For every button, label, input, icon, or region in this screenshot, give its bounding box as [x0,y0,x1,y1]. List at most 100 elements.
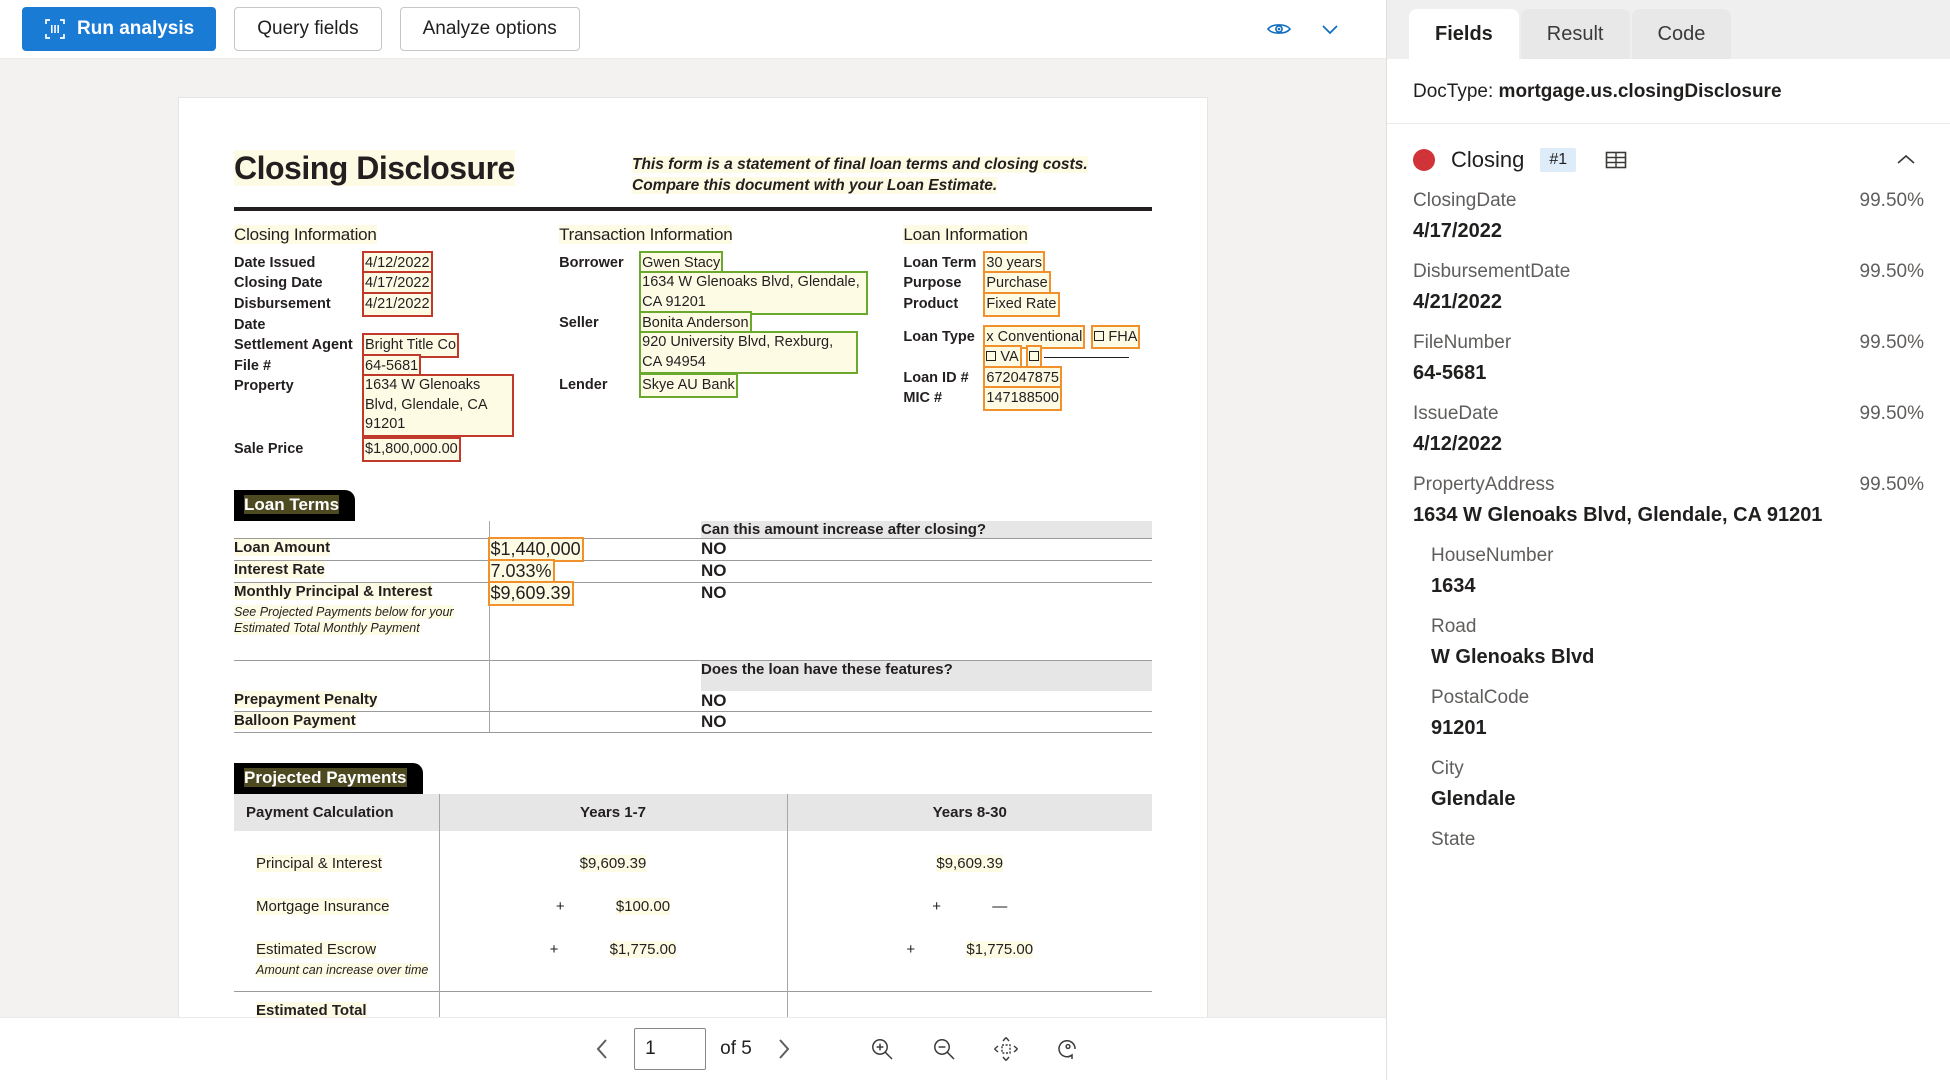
eye-icon[interactable] [1262,12,1296,46]
projected-payments-header-row: Payment Calculation Years 1-7 Years 8-30 [234,793,1152,831]
field-closingdate[interactable]: ClosingDate 99.50% 4/17/2022 [1387,188,1950,243]
zoom-out-icon[interactable] [926,1031,962,1067]
table-row: Estimated Escrow Amount can increase ove… [234,927,1152,992]
checkbox-fha[interactable]: FHA [1091,324,1141,350]
plus-sign: + [555,897,565,915]
loan-id-value: 672047875 [983,365,1062,391]
doctype-label: DocType: [1413,81,1494,102]
field-value: 4/21/2022 [1413,291,1502,313]
estimated-escrow-sub: Amount can increase over time [256,962,429,977]
closing-date-value: 4/17/2022 [362,271,433,296]
closing-row-sale-price: Sale Price $1,800,000.00 [234,437,559,462]
row-label: Purpose [903,275,962,292]
doctype-value: mortgage.us.closingDisclosure [1498,81,1782,102]
mortgage-insurance-y1: $100.00 [615,897,671,915]
table-row: Prepayment Penalty NO [234,690,1152,712]
transaction-information-heading: Transaction Information [559,224,733,244]
field-label: PropertyAddress [1413,474,1555,495]
loan-row-term: Loan Term 30 years [903,250,1152,276]
page-canvas[interactable]: Closing Disclosure This form is a statem… [0,59,1386,1017]
previous-page-button[interactable] [586,1032,620,1066]
row-label: Loan Term [903,254,977,271]
information-columns: Closing Information Date Issued 4/12/202… [234,223,1152,462]
field-disbursementdate[interactable]: DisbursementDate 99.50% 4/21/2022 [1387,259,1950,314]
row-label: Sale Price [234,441,304,458]
table-icon[interactable] [1604,148,1628,172]
years-1-7-header: Years 1-7 [438,793,787,831]
loan-product-value: Fixed Rate [983,292,1060,317]
zoom-in-icon[interactable] [864,1031,900,1067]
status-dot-icon [1413,149,1435,171]
field-road[interactable]: Road W Glenoaks Blvd [1387,614,1950,669]
empty-cell [234,661,489,691]
date-issued-value: 4/12/2022 [362,250,433,276]
fields-panel: Fields Result Code DocType: mortgage.us.… [1386,0,1950,1080]
features-header: Does the loan have these features? [701,660,1152,691]
field-value: Glendale [1431,788,1516,810]
tab-result[interactable]: Result [1520,9,1630,59]
rotate-icon[interactable] [1050,1031,1086,1067]
plus-sign: + [932,897,942,915]
checkbox-square-icon [986,351,997,362]
checkbox-other[interactable] [1025,345,1042,370]
checkbox-square-icon [1094,330,1105,341]
chevron-up-icon[interactable] [1892,146,1924,174]
mic-value: 147188500 [983,386,1062,411]
analyze-options-button[interactable]: Analyze options [399,7,580,51]
field-housenumber[interactable]: HouseNumber 1634 [1387,543,1950,598]
checkbox-label: FHA [1108,328,1138,345]
transaction-row-lender: Lender Skye AU Bank [559,373,903,398]
closing-row-property: Property 1634 W Glenoaks Blvd, Glendale,… [234,374,559,438]
zoom-tools [864,1031,1086,1067]
checkbox-conventional[interactable]: x Conventional [983,324,1086,350]
loan-information-column: Loan Information Loan Term 30 years Purp… [903,223,1152,460]
viewer-bottom-bar: of 5 [0,1017,1386,1080]
row-label: Seller [559,314,599,331]
row-label: Disbursement Date [234,296,331,333]
fields-list[interactable]: Closing #1 ClosingDate 99.50% 4/17/2022 … [1387,124,1950,1080]
transaction-row-seller: Seller Bonita Anderson [559,310,903,336]
next-page-button[interactable] [766,1032,800,1066]
tab-fields[interactable]: Fields [1409,9,1519,59]
field-group-name: Closing [1451,147,1525,172]
table-row: Monthly Principal & Interest See Project… [234,580,1152,661]
scan-icon [44,18,66,40]
page-count-label: of 5 [720,1038,752,1059]
loan-term-value: 30 years [983,250,1045,276]
estimated-escrow-label: Estimated Escrow [256,940,377,958]
loan-amount-answer: NO [701,538,727,558]
document-page: Closing Disclosure This form is a statem… [179,98,1207,1017]
field-state[interactable]: State [1387,827,1950,851]
field-postalcode[interactable]: PostalCode 91201 [1387,685,1950,740]
field-issuedate[interactable]: IssueDate 99.50% 4/12/2022 [1387,401,1950,456]
page-number-input[interactable] [634,1028,707,1070]
doctype-row: DocType: mortgage.us.closingDisclosure [1387,59,1950,124]
interest-rate-label: Interest Rate [234,560,325,578]
field-city[interactable]: City Glendale [1387,756,1950,811]
table-row: Balloon Payment NO [234,711,1152,732]
loan-terms-table: Can this amount increase after closing? … [234,520,1152,732]
panel-tabs: Fields Result Code [1387,0,1950,59]
row-label: Borrower [559,254,624,271]
field-propertyaddress[interactable]: PropertyAddress 99.50% 1634 W Glenoaks B… [1387,472,1950,527]
empty-cell [438,991,787,1017]
loan-terms-bottom-rule [234,731,1152,733]
plus-sign: + [906,940,916,958]
field-group-badge: #1 [1540,148,1577,172]
fit-page-icon[interactable] [988,1031,1024,1067]
checkbox-va[interactable]: VA [983,345,1022,370]
loan-row-type-2: VA [903,345,1152,370]
row-label: Product [903,296,959,313]
query-fields-button[interactable]: Query fields [234,7,382,51]
run-analysis-button[interactable]: Run analysis [22,7,217,51]
field-filenumber[interactable]: FileNumber 99.50% 64-5681 [1387,330,1950,385]
checkbox-label: VA [1000,349,1019,366]
field-group-header[interactable]: Closing #1 [1387,124,1950,188]
empty-cell [234,521,489,539]
projected-payments-table: Payment Calculation Years 1-7 Years 8-30… [234,793,1152,1017]
tab-code[interactable]: Code [1631,9,1732,59]
loan-amount-value: $1,440,000 [487,536,584,562]
closing-row-file-number: File # 64-5681 [234,353,559,379]
chevron-down-icon[interactable] [1314,13,1346,45]
monthly-pi-answer: NO [701,582,727,602]
